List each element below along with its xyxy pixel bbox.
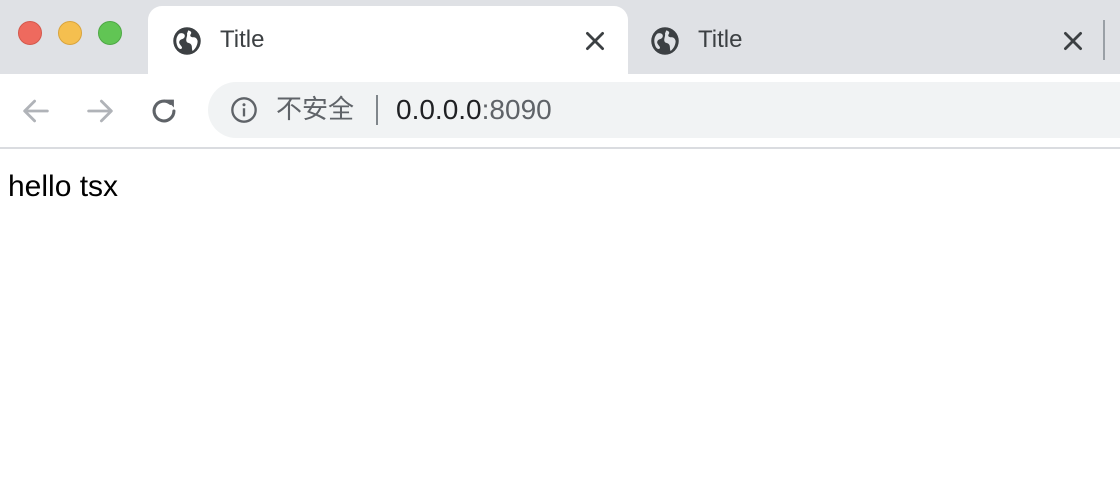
tab-title: Title [698,26,743,53]
page-content: hello tsx [0,149,1120,500]
tab-active[interactable]: Title [148,6,628,74]
security-label[interactable]: 不安全 [276,94,354,126]
close-tab-icon[interactable] [1060,28,1086,54]
close-tab-icon[interactable] [582,28,608,54]
reload-icon[interactable] [147,94,181,128]
arrow-right-icon[interactable] [83,94,117,128]
window-close-button[interactable] [18,21,42,45]
tab-strip: Title Title [0,0,1120,74]
url-host: 0.0.0.0 [396,94,482,125]
globe-icon [651,27,679,55]
arrow-left-icon[interactable] [19,94,53,128]
url-text[interactable]: 0.0.0.0:8090 [396,94,552,126]
tab-title: Title [220,26,265,53]
page-body-text: hello tsx [8,170,119,203]
navigation-toolbar: 不安全 0.0.0.0:8090 [0,74,1120,149]
tab-separator [1103,20,1105,60]
omnibox-divider [376,95,378,125]
address-bar[interactable]: 不安全 0.0.0.0:8090 [208,82,1120,138]
window-minimize-button[interactable] [58,21,82,45]
url-port: :8090 [481,94,552,125]
info-icon[interactable] [230,96,258,124]
window-maximize-button[interactable] [98,21,122,45]
globe-icon [173,27,201,55]
tab-inactive[interactable]: Title [628,6,1106,74]
